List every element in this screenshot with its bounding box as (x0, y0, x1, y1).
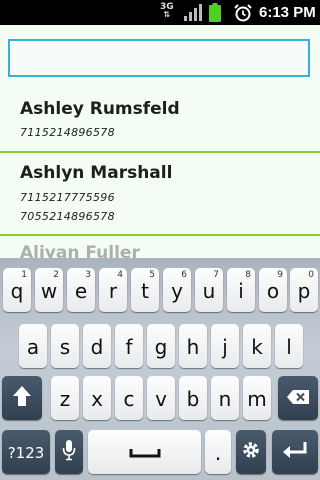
key-b[interactable]: b (179, 376, 207, 420)
key-q[interactable]: q1 (3, 268, 31, 312)
key-k[interactable]: k (243, 324, 271, 368)
shift-key[interactable] (2, 376, 42, 420)
microphone-icon (62, 439, 76, 466)
key-f[interactable]: f (115, 324, 143, 368)
key-h[interactable]: h (179, 324, 207, 368)
key-y[interactable]: y6 (163, 268, 191, 312)
microphone-key[interactable] (55, 430, 83, 474)
backspace-icon (286, 386, 310, 410)
key-o[interactable]: o9 (259, 268, 287, 312)
key-t[interactable]: t5 (131, 268, 159, 312)
key-j[interactable]: j (211, 324, 239, 368)
battery-icon (209, 3, 221, 22)
contact-phone: 7115217775596 (20, 191, 115, 204)
key-g[interactable]: g (147, 324, 175, 368)
settings-icon (241, 440, 261, 465)
contact-name: Aliyan Fuller (20, 243, 140, 258)
soft-keyboard: q1 w2 e3 r4 t5 y6 u7 i8 o9 p0 a s d f g … (0, 258, 320, 480)
contact-name: Ashley Rumsfeld (20, 99, 180, 119)
signal-icon (183, 3, 203, 22)
key-d[interactable]: d (83, 324, 111, 368)
list-divider (0, 234, 320, 236)
key-n[interactable]: n (211, 376, 239, 420)
contact-phone: 7115214896578 (20, 126, 115, 139)
shift-icon (12, 385, 32, 412)
search-field-frame[interactable] (8, 39, 310, 77)
status-bar: 3G ⇅ 6:13 PM (0, 0, 320, 25)
alarm-icon (234, 3, 252, 22)
contact-name: Ashlyn Marshall (20, 163, 173, 183)
search-input[interactable] (10, 41, 308, 75)
network-3g-icon: 3G ⇅ (160, 2, 174, 19)
key-u[interactable]: u7 (195, 268, 223, 312)
key-p[interactable]: p0 (290, 268, 318, 312)
key-l[interactable]: l (275, 324, 303, 368)
key-r[interactable]: r4 (99, 268, 127, 312)
contact-phone: 7055214896578 (20, 210, 115, 223)
symbols-key[interactable]: ?123 (2, 430, 50, 474)
key-a[interactable]: a (19, 324, 47, 368)
settings-key[interactable] (236, 430, 266, 474)
backspace-key[interactable] (278, 376, 318, 420)
key-z[interactable]: z (51, 376, 79, 420)
space-icon (129, 440, 161, 464)
key-s[interactable]: s (51, 324, 79, 368)
enter-icon (282, 440, 308, 464)
key-w[interactable]: w2 (35, 268, 63, 312)
enter-key[interactable] (272, 430, 318, 474)
space-key[interactable] (88, 430, 201, 474)
key-c[interactable]: c (115, 376, 143, 420)
status-time: 6:13 PM (259, 4, 316, 21)
key-m[interactable]: m (243, 376, 271, 420)
key-e[interactable]: e3 (67, 268, 95, 312)
key-i[interactable]: i8 (227, 268, 255, 312)
key-period[interactable]: . (205, 430, 231, 474)
key-x[interactable]: x (83, 376, 111, 420)
list-divider (0, 151, 320, 153)
contacts-screen: Ashley Rumsfeld 7115214896578 Ashlyn Mar… (0, 25, 320, 258)
key-v[interactable]: v (147, 376, 175, 420)
